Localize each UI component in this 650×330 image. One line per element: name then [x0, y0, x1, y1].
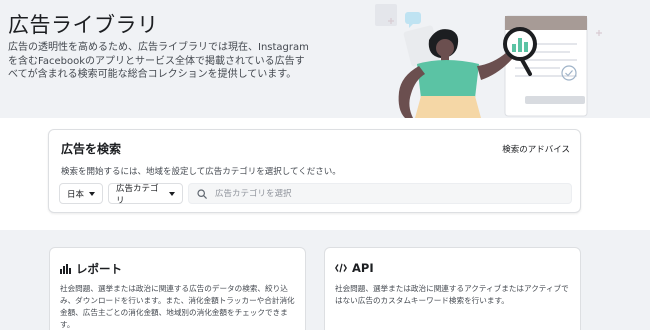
search-advice-link[interactable]: 検索のアドバイス	[502, 143, 570, 155]
api-card-title: API	[352, 261, 374, 275]
chat-bubble-icon	[405, 12, 421, 28]
country-value: 日本	[67, 189, 85, 200]
bar-chart-icon	[60, 264, 71, 274]
api-card[interactable]: API 社会問題、選挙または政治に関連するアクティブまたはアクティブではない広告…	[324, 247, 581, 330]
page-title: 広告ライブラリ	[8, 13, 159, 37]
code-icon	[335, 263, 347, 273]
report-card[interactable]: レポート 社会問題、選挙または政治に関連する広告のデータの検索、絞り込み、ダウン…	[49, 247, 306, 330]
search-card-title: 広告を検索	[61, 142, 122, 156]
report-card-title: レポート	[76, 262, 122, 276]
chevron-down-icon	[169, 191, 175, 196]
hero-description: 広告の透明性を高めるため、広告ライブラリでは現在、Instagramを含むFac…	[8, 42, 309, 81]
report-card-header: レポート	[60, 261, 122, 277]
decor-square	[375, 4, 397, 26]
api-card-header: API	[335, 261, 374, 275]
report-card-text: 社会問題、選挙または政治に関連する広告のデータの検索、絞り込み、ダウンロードを行…	[60, 284, 295, 329]
category-dropdown[interactable]: 広告カテゴリ	[108, 183, 183, 206]
search-icon	[197, 188, 207, 199]
search-instruction: 検索を開始するには、地域を設定して広告カテゴリを選択してください。	[61, 167, 341, 177]
tools-section: レポート 社会問題、選挙または政治に関連する広告のデータの検索、絞り込み、ダウン…	[0, 230, 650, 330]
search-card: 広告を検索 検索のアドバイス 検索を開始するには、地域を設定して広告カテゴリを選…	[48, 129, 581, 213]
category-value: 広告カテゴリ	[116, 183, 159, 206]
hero-section: 広告ライブラリ 広告の透明性を高めるため、広告ライブラリでは現在、Instagr…	[0, 0, 650, 118]
country-dropdown[interactable]: 日本	[59, 183, 103, 204]
search-box[interactable]	[188, 183, 572, 204]
search-input[interactable]	[215, 188, 555, 199]
api-card-text: 社会問題、選挙または政治に関連するアクティブまたはアクティブではない広告のカスタ…	[335, 284, 569, 305]
chevron-down-icon	[89, 191, 95, 196]
search-section: 広告を検索 検索のアドバイス 検索を開始するには、地域を設定して広告カテゴリを選…	[0, 118, 650, 230]
hero-illustration	[375, 4, 602, 118]
